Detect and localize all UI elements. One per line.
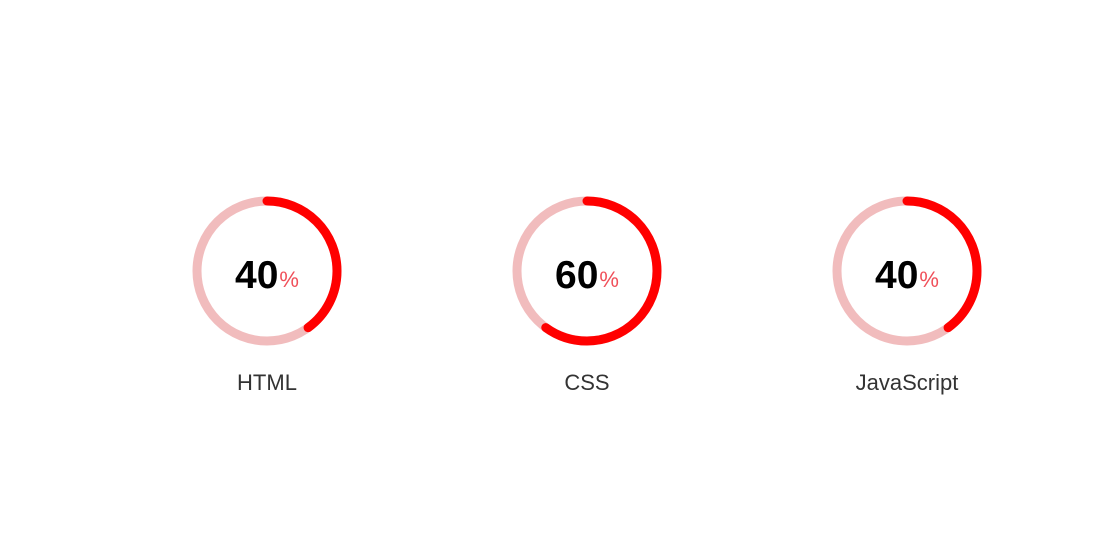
percent-sign: % (919, 267, 939, 292)
progress-value: 40% (192, 196, 342, 346)
progress-number: 60 (555, 253, 599, 297)
skill-card-javascript: 40% JavaScript (832, 196, 982, 406)
progress-value: 40% (832, 196, 982, 346)
percent-sign: % (279, 267, 299, 292)
progress-number: 40 (875, 253, 919, 297)
skill-card-css: 60% CSS (512, 196, 662, 406)
percent-sign: % (599, 267, 619, 292)
skill-label: CSS (564, 370, 610, 395)
progress-number: 40 (235, 253, 279, 297)
skills-row: 40% HTML 60% CSS 40% JavaScript (0, 0, 1115, 553)
progress-value: 60% (512, 196, 662, 346)
skill-label: JavaScript (855, 370, 959, 395)
skill-card-html: 40% HTML (192, 196, 342, 406)
skill-label: HTML (237, 370, 297, 395)
